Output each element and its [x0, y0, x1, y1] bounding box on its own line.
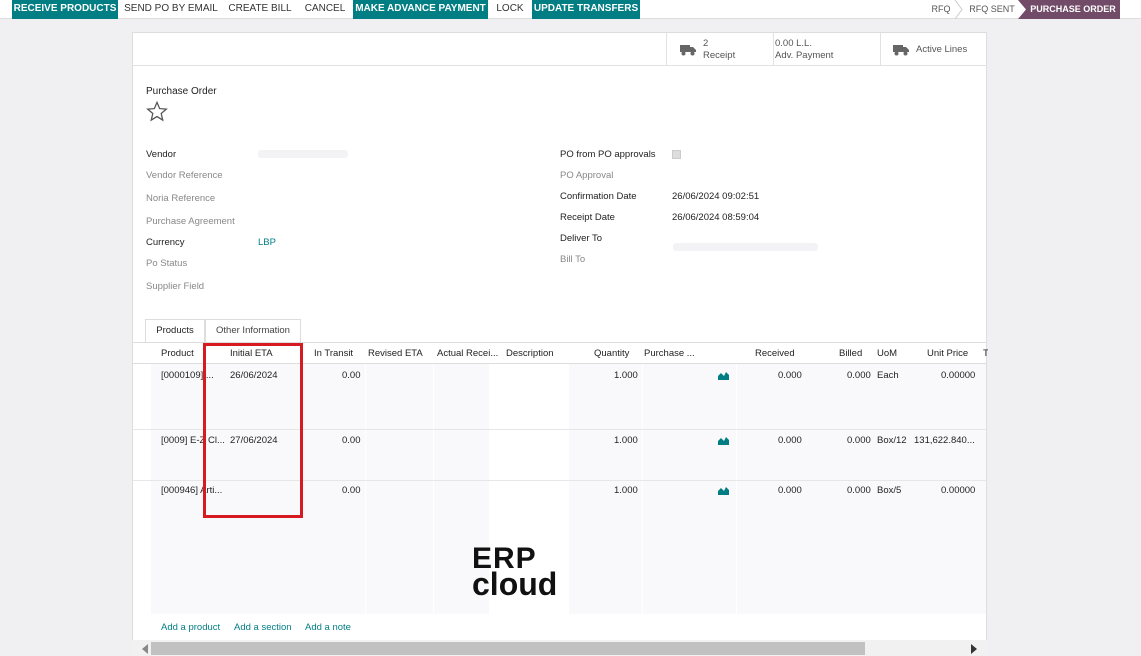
header-unit-price[interactable]: Unit Price — [927, 348, 977, 359]
add-product-link[interactable]: Add a product — [161, 622, 220, 633]
header-in-transit[interactable]: In Transit — [314, 348, 374, 359]
row3-quantity[interactable]: 1.000 — [614, 485, 638, 496]
scroll-right-icon[interactable] — [970, 644, 978, 654]
tab-products[interactable]: Products — [145, 319, 205, 343]
smart-button-box: 2 Receipt 0.00 L.L. Adv. Payment Active … — [133, 33, 986, 66]
star-icon[interactable] — [146, 101, 168, 122]
active-lines-label: Active Lines — [916, 44, 968, 55]
row2-billed[interactable]: 0.000 — [847, 435, 871, 446]
row1-received[interactable]: 0.000 — [778, 370, 802, 381]
column-divider — [433, 364, 434, 614]
receipt-date-value[interactable]: 26/06/2024 08:59:04 — [672, 212, 759, 223]
vendor-field[interactable] — [258, 150, 348, 158]
make-advance-payment-button[interactable]: MAKE ADVANCE PAYMENT — [353, 0, 488, 19]
forecast-chart-icon[interactable] — [718, 436, 729, 445]
header-uom[interactable]: UoM — [877, 348, 907, 359]
receipt-date-label: Receipt Date — [560, 212, 615, 223]
header-received[interactable]: Received — [755, 348, 805, 359]
header-revised-eta[interactable]: Revised ETA — [368, 348, 430, 359]
row2-unit-price[interactable]: 131,622.840... — [914, 435, 979, 446]
purchase-agreement-label: Purchase Agreement — [146, 216, 235, 227]
adv-payment-amount: 0.00 L.L. — [775, 38, 812, 49]
highlight-box — [203, 343, 303, 518]
truck-icon — [680, 45, 696, 56]
add-note-link[interactable]: Add a note — [305, 622, 351, 633]
receive-products-button[interactable]: RECEIVE PRODUCTS — [12, 0, 118, 19]
po-from-approvals-checkbox[interactable] — [672, 150, 681, 159]
row1-uom[interactable]: Each — [877, 370, 899, 381]
scrollbar-thumb[interactable] — [151, 642, 865, 655]
header-actual-receipt[interactable]: Actual Recei... — [437, 348, 501, 359]
column-divider — [642, 364, 643, 614]
create-bill-button[interactable]: CREATE BILL — [226, 0, 294, 19]
forecast-chart-icon[interactable] — [718, 371, 729, 380]
confirmation-date-value[interactable]: 26/06/2024 09:02:51 — [672, 191, 759, 202]
forecast-chart-icon[interactable] — [718, 486, 729, 495]
deliver-to-label: Deliver To — [560, 233, 603, 244]
send-po-by-email-button[interactable]: SEND PO BY EMAIL — [122, 0, 220, 19]
vendor-reference-label: Vendor Reference — [146, 170, 223, 181]
row2-quantity[interactable]: 1.000 — [614, 435, 638, 446]
stage-purchase-order[interactable]: PURCHASE ORDER — [1026, 0, 1120, 19]
header-t[interactable]: T — [983, 348, 988, 359]
row3-received[interactable]: 0.000 — [778, 485, 802, 496]
row2-received[interactable]: 0.000 — [778, 435, 802, 446]
active-lines-smart-button[interactable]: Active Lines — [880, 33, 986, 66]
header-billed[interactable]: Billed — [839, 348, 879, 359]
row2-uom[interactable]: Box/12 — [877, 435, 907, 446]
receipt-count: 2 — [703, 38, 709, 49]
row1-unit-price[interactable]: 0.00000 — [941, 370, 975, 381]
erp-cloud-logo: ERP cloud — [472, 544, 576, 602]
row1-quantity[interactable]: 1.000 — [614, 370, 638, 381]
noria-reference-label: Noria Reference — [146, 193, 216, 204]
stage-rfq-sent[interactable]: RFQ SENT — [964, 0, 1020, 19]
truck-icon — [893, 45, 909, 56]
row3-unit-price[interactable]: 0.00000 — [941, 485, 975, 496]
update-transfers-button[interactable]: UPDATE TRANSFERS — [532, 0, 640, 19]
vendor-label: Vendor — [146, 149, 177, 160]
row3-billed[interactable]: 0.000 — [847, 485, 871, 496]
add-section-link[interactable]: Add a section — [234, 622, 292, 633]
supplier-field-label: Supplier Field — [146, 281, 205, 292]
lock-button[interactable]: LOCK — [492, 0, 528, 19]
row1-in-transit[interactable]: 0.00 — [342, 370, 361, 381]
receipt-smart-button[interactable]: 2 Receipt — [666, 33, 773, 66]
receipt-label: Receipt — [703, 50, 736, 61]
stage-rfq[interactable]: RFQ — [924, 0, 958, 19]
tab-other-information[interactable]: Other Information — [205, 319, 301, 343]
row2-in-transit[interactable]: 0.00 — [342, 435, 361, 446]
scroll-left-icon[interactable] — [141, 644, 149, 654]
deliver-to-field[interactable] — [673, 243, 818, 251]
header-quantity[interactable]: Quantity — [594, 348, 644, 359]
adv-payment-smart-button[interactable]: 0.00 L.L. Adv. Payment — [773, 33, 880, 66]
stage-separator-icon — [954, 0, 963, 19]
po-approval-label: PO Approval — [560, 170, 614, 181]
row1-billed[interactable]: 0.000 — [847, 370, 871, 381]
bill-to-label: Bill To — [560, 254, 586, 265]
currency-value[interactable]: LBP — [258, 237, 276, 248]
logo-cloud-text: cloud — [472, 566, 558, 602]
form-title: Purchase Order — [146, 86, 217, 97]
row3-uom[interactable]: Box/5 — [877, 485, 901, 496]
control-panel: RECEIVE PRODUCTS SEND PO BY EMAIL CREATE… — [0, 0, 1141, 19]
row3-in-transit[interactable]: 0.00 — [342, 485, 361, 496]
header-description[interactable]: Description — [506, 348, 568, 359]
currency-label: Currency — [146, 237, 185, 248]
column-divider — [365, 364, 366, 614]
po-status-label: Po Status — [146, 258, 188, 269]
confirmation-date-label: Confirmation Date — [560, 191, 637, 202]
column-divider — [736, 364, 737, 614]
po-from-approvals-label: PO from PO approvals — [560, 149, 656, 160]
cancel-button[interactable]: CANCEL — [300, 0, 350, 19]
adv-payment-label: Adv. Payment — [775, 50, 834, 61]
header-purchase[interactable]: Purchase ... — [644, 348, 704, 359]
